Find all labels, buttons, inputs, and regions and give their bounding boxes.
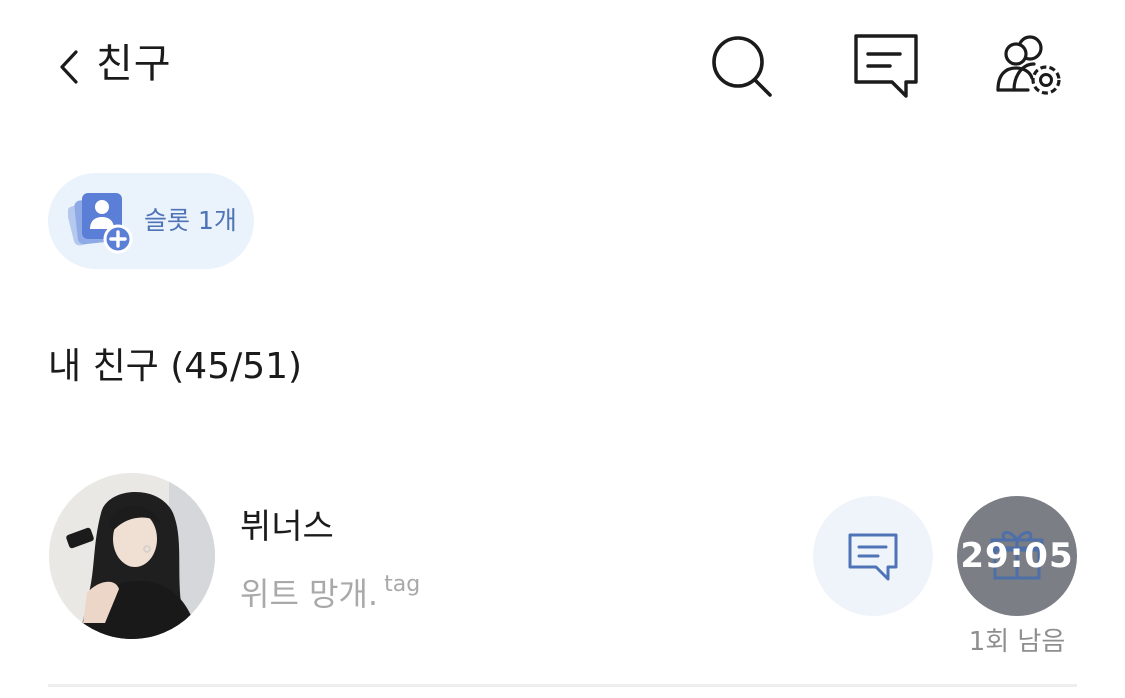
message-icon xyxy=(848,533,898,581)
avatar[interactable] xyxy=(49,473,215,639)
send-message-button[interactable] xyxy=(813,496,933,616)
my-friends-heading: 내 친구 (45/51) xyxy=(48,346,303,387)
friend-settings-icon xyxy=(996,35,1061,95)
friend-settings-button[interactable] xyxy=(994,30,1066,102)
page-title: 친구 xyxy=(96,41,172,87)
list-divider xyxy=(48,684,1077,687)
gift-cooldown-timer: 29:05 xyxy=(960,536,1074,576)
friend-status-message: 위트 망개. tag xyxy=(240,562,420,617)
status-text: 위트 망개. xyxy=(240,575,379,613)
search-icon xyxy=(712,36,772,97)
back-button[interactable] xyxy=(52,44,88,90)
friend-slot-chip[interactable]: 슬롯 1개 xyxy=(48,173,254,269)
message-icon xyxy=(854,34,918,98)
chevron-left-icon xyxy=(60,50,78,84)
status-tag: tag xyxy=(384,572,421,597)
search-button[interactable] xyxy=(704,30,776,102)
gift-button[interactable]: 29:05 xyxy=(957,496,1077,616)
chat-button[interactable] xyxy=(850,30,922,102)
slot-count-label: 슬롯 1개 xyxy=(144,206,237,235)
gift-remaining-count: 1회 남음 xyxy=(968,627,1066,657)
profile-photo xyxy=(49,473,215,639)
add-friend-slot-icon xyxy=(68,193,133,254)
friend-name: 뷔너스 xyxy=(240,507,334,547)
